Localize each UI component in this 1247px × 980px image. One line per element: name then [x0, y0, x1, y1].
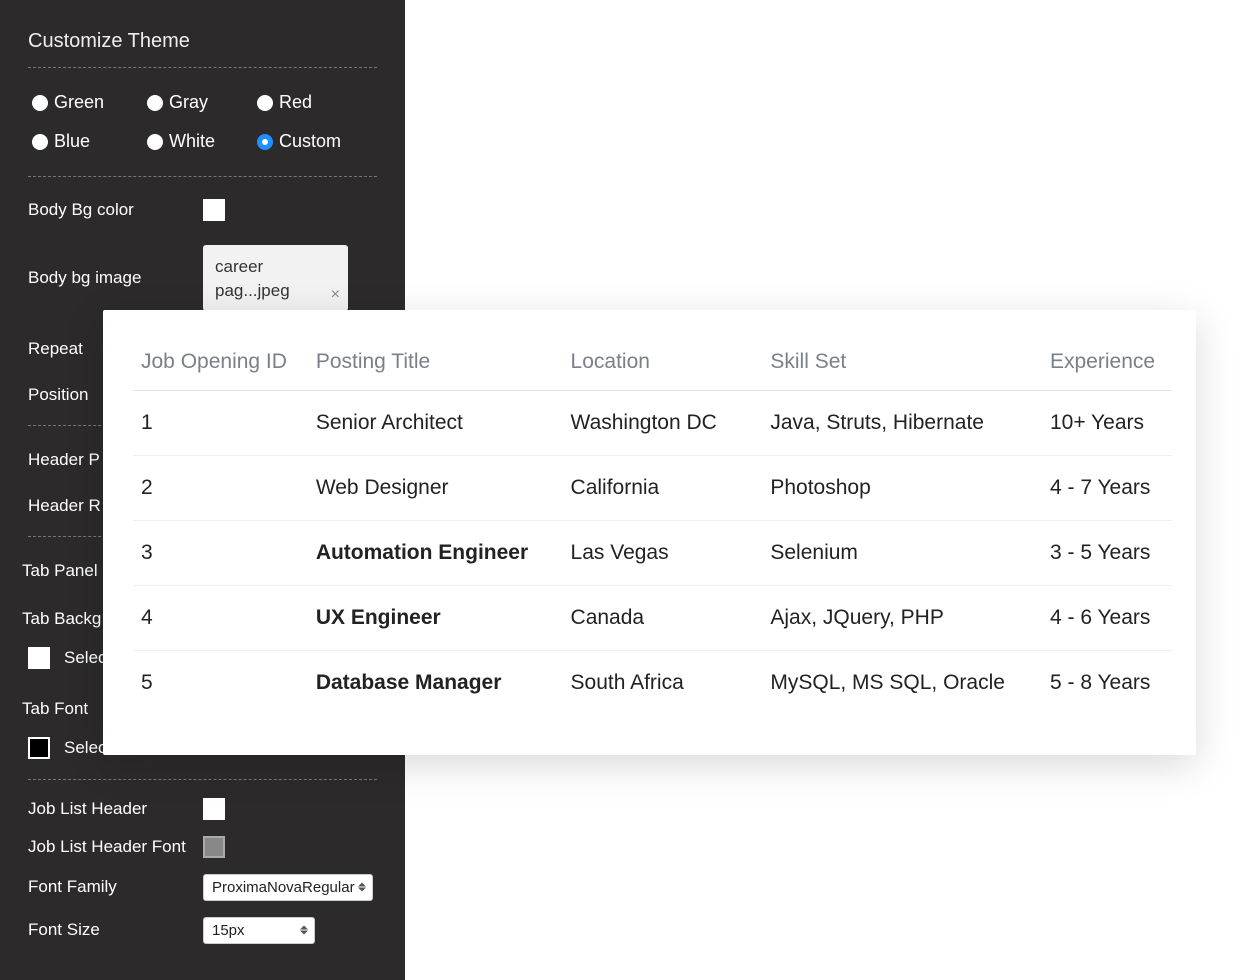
theme-radio-custom[interactable]: Custom [257, 131, 367, 152]
cell-id: 3 [133, 521, 308, 586]
col-header-title[interactable]: Posting Title [308, 340, 563, 391]
body-bg-image-file[interactable]: career pag...jpeg × [203, 245, 348, 311]
job-list-header-label: Job List Header [28, 799, 203, 819]
cell-skills: Photoshop [762, 456, 1042, 521]
cell-location: South Africa [563, 651, 763, 716]
radio-label: Blue [54, 131, 90, 152]
radio-label: Green [54, 92, 104, 113]
body-bg-color-swatch[interactable] [203, 199, 225, 221]
job-openings-table: Job Opening ID Posting Title Location Sk… [133, 340, 1172, 715]
theme-radio-blue[interactable]: Blue [32, 131, 147, 152]
theme-radio-white[interactable]: White [147, 131, 257, 152]
select-arrows-icon [358, 883, 366, 892]
cell-experience: 4 - 6 Years [1042, 586, 1172, 651]
theme-radio-red[interactable]: Red [257, 92, 367, 113]
cell-location: Washington DC [563, 391, 763, 456]
radio-icon [147, 134, 163, 150]
job-list-settings: Job List Header Job List Header Font Fon… [0, 780, 405, 944]
cell-id: 5 [133, 651, 308, 716]
cell-experience: 10+ Years [1042, 391, 1172, 456]
col-header-experience[interactable]: Experience [1042, 340, 1172, 391]
theme-radio-gray[interactable]: Gray [147, 92, 257, 113]
cell-title: Web Designer [308, 456, 563, 521]
cell-skills: Java, Struts, Hibernate [762, 391, 1042, 456]
cell-id: 1 [133, 391, 308, 456]
radio-label: Gray [169, 92, 208, 113]
body-settings: Body Bg color Body bg image career pag..… [0, 177, 405, 311]
table-header-row: Job Opening ID Posting Title Location Sk… [133, 340, 1172, 391]
table-row[interactable]: 1Senior ArchitectWashington DCJava, Stru… [133, 391, 1172, 456]
col-header-id[interactable]: Job Opening ID [133, 340, 308, 391]
select-value: 15px [212, 922, 245, 939]
job-list-header-row: Job List Header [28, 798, 377, 820]
tab-backg-selected-swatch[interactable] [28, 647, 50, 669]
radio-label: Red [279, 92, 312, 113]
theme-radio-group: Green Gray Red Blue White Custom [0, 68, 405, 176]
radio-label: White [169, 131, 215, 152]
job-list-header-font-label: Job List Header Font [28, 837, 203, 857]
cell-location: Canada [563, 586, 763, 651]
font-family-label: Font Family [28, 877, 203, 897]
font-family-select[interactable]: ProximaNovaRegular [203, 874, 373, 901]
font-size-row: Font Size 15px [28, 917, 377, 944]
col-header-location[interactable]: Location [563, 340, 763, 391]
cell-skills: MySQL, MS SQL, Oracle [762, 651, 1042, 716]
cell-location: California [563, 456, 763, 521]
cell-skills: Ajax, JQuery, PHP [762, 586, 1042, 651]
job-list-header-swatch[interactable] [203, 798, 225, 820]
cell-title: Database Manager [308, 651, 563, 716]
radio-icon [32, 134, 48, 150]
cell-id: 2 [133, 456, 308, 521]
body-bg-color-row: Body Bg color [28, 199, 377, 221]
font-family-row: Font Family ProximaNovaRegular [28, 874, 377, 901]
select-arrows-icon [300, 926, 308, 935]
cell-experience: 5 - 8 Years [1042, 651, 1172, 716]
theme-radio-green[interactable]: Green [32, 92, 147, 113]
table-row[interactable]: 2Web DesignerCaliforniaPhotoshop4 - 7 Ye… [133, 456, 1172, 521]
body-bg-color-label: Body Bg color [28, 200, 203, 220]
cell-experience: 3 - 5 Years [1042, 521, 1172, 586]
cell-location: Las Vegas [563, 521, 763, 586]
radio-icon [147, 95, 163, 111]
cell-title: Senior Architect [308, 391, 563, 456]
body-bg-image-row: Body bg image career pag...jpeg × [28, 245, 377, 311]
table-row[interactable]: 3Automation EngineerLas VegasSelenium3 -… [133, 521, 1172, 586]
cell-experience: 4 - 7 Years [1042, 456, 1172, 521]
sidebar-title: Customize Theme [0, 20, 405, 67]
cell-skills: Selenium [762, 521, 1042, 586]
job-list-header-font-row: Job List Header Font [28, 836, 377, 858]
body-bg-image-label: Body bg image [28, 268, 203, 288]
radio-icon [257, 95, 273, 111]
col-header-skills[interactable]: Skill Set [762, 340, 1042, 391]
close-icon[interactable]: × [331, 284, 340, 306]
radio-label: Custom [279, 131, 341, 152]
radio-icon [32, 95, 48, 111]
cell-title: Automation Engineer [308, 521, 563, 586]
file-name: career pag...jpeg [215, 257, 290, 300]
radio-icon [257, 134, 273, 150]
cell-id: 4 [133, 586, 308, 651]
cell-title: UX Engineer [308, 586, 563, 651]
tab-font-selected-swatch[interactable] [28, 737, 50, 759]
font-size-label: Font Size [28, 920, 203, 940]
job-list-header-font-swatch[interactable] [203, 836, 225, 858]
table-row[interactable]: 5Database ManagerSouth AfricaMySQL, MS S… [133, 651, 1172, 716]
font-size-select[interactable]: 15px [203, 917, 315, 944]
table-row[interactable]: 4UX EngineerCanadaAjax, JQuery, PHP4 - 6… [133, 586, 1172, 651]
select-value: ProximaNovaRegular [212, 879, 355, 896]
job-openings-panel: Job Opening ID Posting Title Location Sk… [103, 310, 1196, 755]
